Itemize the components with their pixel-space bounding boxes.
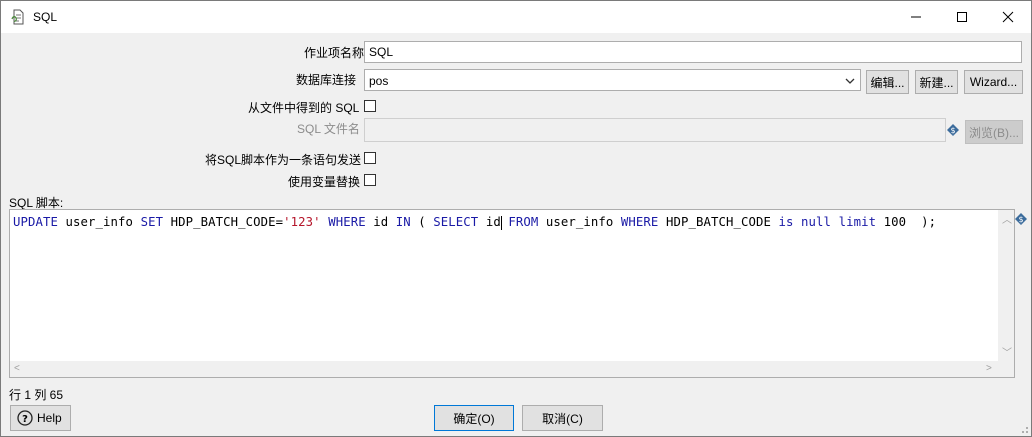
scroll-right-icon[interactable]: > [986,363,992,374]
vertical-scrollbar[interactable]: ︿ ﹀ [998,210,1014,362]
sql-text: id [478,215,501,229]
sql-keyword: is [778,215,794,229]
sql-string: '123' [283,215,321,229]
sql-text: id [365,215,396,229]
sql-dialog-window: SQL 作业项名称 SQL 数据库连接 pos 编辑... 新建... Wiza… [0,0,1032,437]
svg-text:?: ? [22,414,28,425]
sql-keyword: FROM [508,215,539,229]
send-single-label: 将SQL脚本作为一条语句发送 [205,153,362,167]
sql-text: ( [410,215,434,229]
edit-connection-button[interactable]: 编辑... [866,70,909,94]
sql-filename-input[interactable] [364,118,946,142]
new-connection-button[interactable]: 新建... [915,70,958,94]
minimize-icon [911,16,921,18]
step-name-label: 作业项名称 [304,46,365,60]
help-button-label: Help [37,411,62,425]
title-bar: SQL [1,1,1031,33]
close-icon [1002,11,1014,23]
svg-text:$: $ [1018,215,1023,224]
sql-keyword: IN [395,215,411,229]
sql-app-icon [11,9,24,25]
maximize-button[interactable] [939,1,985,33]
sql-script-editor[interactable]: UPDATE user_info SET HDP_BATCH_CODE='123… [9,209,1015,378]
variable-icon: $ [1015,213,1027,225]
scroll-down-icon[interactable]: ﹀ [1002,344,1012,359]
send-single-checkbox[interactable] [364,152,376,164]
from-file-checkbox[interactable] [364,100,376,112]
minimize-button[interactable] [893,1,939,33]
sql-text: HDP_BATCH_CODE= [163,215,284,229]
maximize-icon [957,12,967,22]
sql-keyword: null [801,215,832,229]
use-variable-label: 使用变量替换 [288,175,361,189]
help-icon: ? [17,410,33,426]
svg-text:$: $ [950,126,955,135]
cursor-position-status: 行 1 列 65 [9,388,64,402]
sql-text: HDP_BATCH_CODE [658,215,779,229]
db-connection-value: pos [369,74,389,88]
sql-code-line[interactable]: UPDATE user_info SET HDP_BATCH_CODE='123… [13,215,936,230]
window-title: SQL [33,10,58,24]
wizard-button[interactable]: Wizard... [964,70,1023,94]
ok-button[interactable]: 确定(O) [434,405,514,431]
browse-button[interactable]: 浏览(B)... [965,120,1023,144]
sql-text: user_info [58,215,141,229]
sql-text: user_info [538,215,621,229]
db-connection-label: 数据库连接 [296,73,357,87]
sql-keyword: WHERE [328,215,366,229]
step-name-input[interactable]: SQL [364,41,1022,63]
sql-keyword: UPDATE [13,215,59,229]
sql-keyword: SELECT [433,215,479,229]
use-variable-checkbox[interactable] [364,174,376,186]
scroll-corner [998,361,1014,377]
from-file-label: 从文件中得到的 SQL [248,101,360,115]
variable-icon: $ [947,124,959,136]
db-connection-select[interactable]: pos [364,69,861,91]
sql-keyword: WHERE [620,215,659,229]
sql-keyword: limit [838,215,877,229]
sql-filename-label: SQL 文件名 [297,122,360,136]
cancel-button[interactable]: 取消(C) [522,405,603,431]
close-button[interactable] [985,1,1031,33]
chevron-down-icon [845,78,855,84]
help-button[interactable]: ? Help [10,405,71,431]
sql-keyword: SET [140,215,164,229]
sql-text: 100 ); [876,215,937,229]
scroll-up-icon[interactable]: ︿ [1002,211,1012,226]
horizontal-scrollbar[interactable]: < > [10,361,1014,377]
resize-grip-icon[interactable] [1019,424,1029,434]
scroll-left-icon[interactable]: < [14,363,20,374]
